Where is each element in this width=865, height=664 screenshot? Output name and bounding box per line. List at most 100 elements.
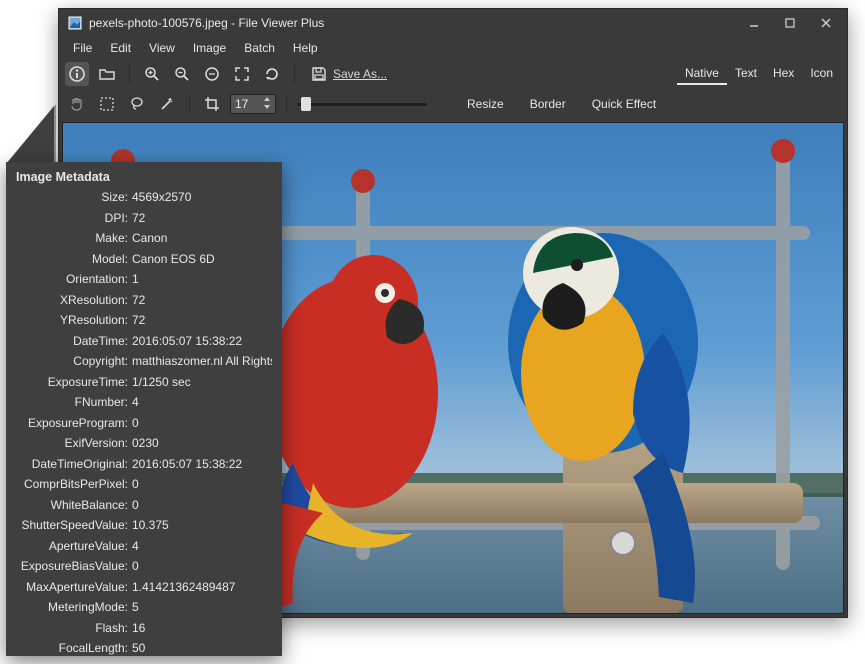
window-title: pexels-photo-100576.jpeg - File Viewer P… (89, 16, 324, 30)
close-button[interactable] (809, 12, 843, 34)
title-bar: pexels-photo-100576.jpeg - File Viewer P… (59, 9, 847, 37)
metadata-row: ApertureValue:4 (16, 539, 272, 560)
metadata-label: DateTimeOriginal: (16, 457, 132, 471)
metadata-value: matthiaszomer.nl All Rights Res (132, 354, 272, 368)
metadata-row: ComprBitsPerPixel:0 (16, 477, 272, 498)
metadata-row: ShutterSpeedValue:10.375 (16, 518, 272, 539)
metadata-row: WhiteBalance:0 (16, 498, 272, 519)
slider-track-line (297, 103, 427, 106)
save-icon (311, 66, 327, 82)
metadata-label: ExposureBiasValue: (16, 559, 132, 573)
resize-button[interactable]: Resize (457, 94, 514, 114)
metadata-label: MaxApertureValue: (16, 580, 132, 594)
flyout-pointer (6, 106, 54, 164)
open-button[interactable] (95, 62, 119, 86)
metadata-row: Make:Canon (16, 231, 272, 252)
metadata-title: Image Metadata (16, 170, 272, 184)
menu-bar: File Edit View Image Batch Help (59, 37, 847, 59)
metadata-label: XResolution: (16, 293, 132, 307)
quick-effect-button[interactable]: Quick Effect (582, 94, 666, 114)
view-mode-tabs: Native Text Hex Icon (677, 63, 841, 85)
metadata-value: 0 (132, 477, 272, 491)
menu-image[interactable]: Image (185, 39, 234, 57)
metadata-value: 5 (132, 600, 272, 614)
metadata-label: WhiteBalance: (16, 498, 132, 512)
metadata-row: Flash:16 (16, 621, 272, 642)
view-tab-icon[interactable]: Icon (802, 63, 841, 85)
menu-batch[interactable]: Batch (236, 39, 283, 57)
minimize-button[interactable] (737, 12, 771, 34)
metadata-row: ExposureProgram:0 (16, 416, 272, 437)
metadata-row: DPI:72 (16, 211, 272, 232)
info-button[interactable] (65, 62, 89, 86)
metadata-value: 0 (132, 559, 272, 573)
image-toolbar: 17 Resize Border Quick Effect (59, 89, 847, 119)
metadata-row: Model:Canon EOS 6D (16, 252, 272, 273)
zoom-slider[interactable] (297, 97, 427, 111)
zoom-out-button[interactable] (170, 62, 194, 86)
metadata-value: 0 (132, 416, 272, 430)
metadata-row: XResolution:72 (16, 293, 272, 314)
metadata-label: FocalLength: (16, 641, 132, 655)
zoom-percent-input[interactable]: 17 (230, 94, 276, 114)
metadata-label: Make: (16, 231, 132, 245)
metadata-value: 16 (132, 621, 272, 635)
metadata-value: 50 (132, 641, 272, 655)
metadata-label: DPI: (16, 211, 132, 225)
image-metadata-panel: Image Metadata Size:4569x2570DPI:72Make:… (6, 162, 282, 656)
metadata-rows-container: Size:4569x2570DPI:72Make:CanonModel:Cano… (16, 190, 272, 656)
wand-tool[interactable] (155, 92, 179, 116)
zoom-reset-button[interactable] (200, 62, 224, 86)
border-button[interactable]: Border (520, 94, 576, 114)
metadata-value: 2016:05:07 15:38:22 (132, 457, 272, 471)
separator (286, 94, 287, 114)
zoom-percent-value: 17 (235, 97, 248, 111)
separator (294, 64, 295, 84)
fullscreen-button[interactable] (230, 62, 254, 86)
metadata-row: YResolution:72 (16, 313, 272, 334)
metadata-value: 72 (132, 293, 272, 307)
menu-view[interactable]: View (141, 39, 183, 57)
metadata-value: 10.375 (132, 518, 272, 532)
marquee-tool[interactable] (95, 92, 119, 116)
pan-tool[interactable] (65, 92, 89, 116)
metadata-value: 1 (132, 272, 272, 286)
crop-tool[interactable] (200, 92, 224, 116)
slider-knob[interactable] (301, 97, 311, 111)
metadata-row: Size:4569x2570 (16, 190, 272, 211)
metadata-value: 4 (132, 395, 272, 409)
menu-help[interactable]: Help (285, 39, 326, 57)
rotate-button[interactable] (260, 62, 284, 86)
metadata-row: MeteringMode:5 (16, 600, 272, 621)
metadata-value: 0230 (132, 436, 272, 450)
maximize-button[interactable] (773, 12, 807, 34)
metadata-value: 4569x2570 (132, 190, 272, 204)
metadata-value: 4 (132, 539, 272, 553)
metadata-label: Flash: (16, 621, 132, 635)
metadata-label: ComprBitsPerPixel: (16, 477, 132, 491)
menu-file[interactable]: File (65, 39, 100, 57)
metadata-row: MaxApertureValue:1.41421362489487 (16, 580, 272, 601)
metadata-label: Size: (16, 190, 132, 204)
metadata-value: 2016:05:07 15:38:22 (132, 334, 272, 348)
metadata-label: ShutterSpeedValue: (16, 518, 132, 532)
zoom-in-button[interactable] (140, 62, 164, 86)
view-tab-native[interactable]: Native (677, 63, 727, 85)
menu-edit[interactable]: Edit (102, 39, 139, 57)
lasso-tool[interactable] (125, 92, 149, 116)
metadata-value: 72 (132, 211, 272, 225)
view-tab-text[interactable]: Text (727, 63, 765, 85)
metadata-label: ExposureTime: (16, 375, 132, 389)
window-controls (735, 12, 843, 34)
separator (189, 94, 190, 114)
metadata-row: ExposureBiasValue:0 (16, 559, 272, 580)
metadata-value: 0 (132, 498, 272, 512)
metadata-label: MeteringMode: (16, 600, 132, 614)
metadata-label: Orientation: (16, 272, 132, 286)
save-as-button[interactable]: Save As... (305, 62, 393, 86)
metadata-row: FocalLength:50 (16, 641, 272, 656)
view-tab-hex[interactable]: Hex (765, 63, 802, 85)
metadata-label: FNumber: (16, 395, 132, 409)
metadata-row: DateTime:2016:05:07 15:38:22 (16, 334, 272, 355)
metadata-label: ExposureProgram: (16, 416, 132, 430)
